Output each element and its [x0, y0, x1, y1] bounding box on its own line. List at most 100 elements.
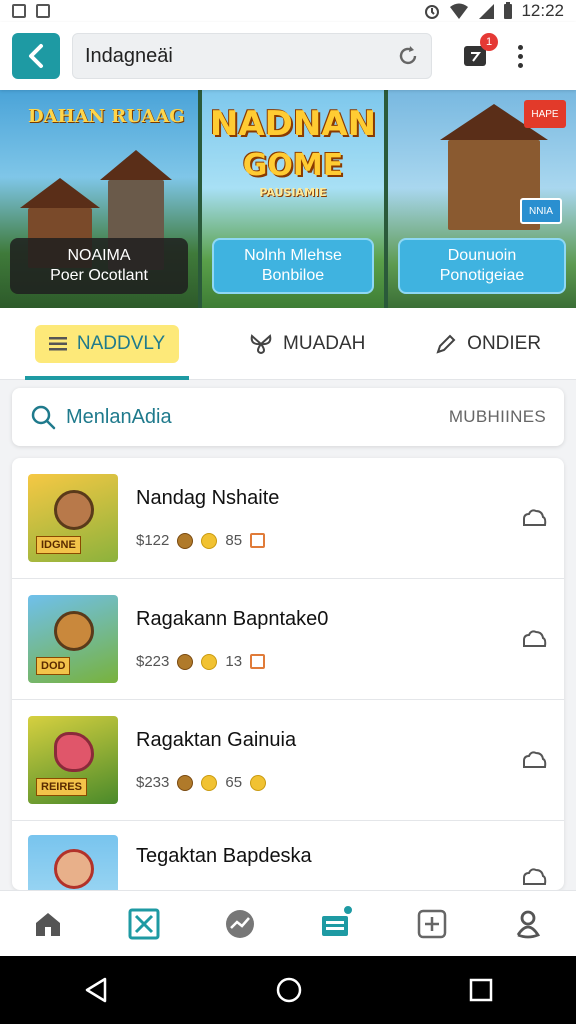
nav-wallet[interactable] [316, 903, 356, 944]
banner-3-badge: NNIA [520, 198, 562, 224]
item-price: $223 [136, 653, 170, 670]
status-right-icons: 12:22 [423, 1, 564, 21]
item-info: Nandag Nshaite $122 85 [136, 487, 520, 549]
list-item[interactable]: DOD Ragakann Bapntake0 $223 13 [12, 579, 564, 700]
profile-icon [516, 910, 541, 938]
nav-home[interactable] [28, 904, 68, 944]
coin-icon [177, 774, 194, 791]
tab-naddvly[interactable]: NADDVLY [24, 308, 190, 380]
item-info: Ragaktan Gainuia $233 65 [136, 729, 520, 791]
banner-1-heading: DAHAN RUAAG [28, 106, 185, 127]
banner-card-3[interactable]: HAPE NNIA Dounuoin Ponotigeiae [388, 90, 576, 308]
tab-label: ONDIER [467, 332, 542, 354]
refresh-icon[interactable] [397, 45, 419, 67]
system-navigation [0, 956, 576, 1024]
character-illustration [54, 490, 94, 530]
banner-3-badge-text: NNIA [529, 205, 553, 217]
character-illustration [54, 849, 94, 889]
wifi-icon [450, 3, 469, 19]
item-price: $122 [136, 532, 170, 549]
status-bar: 12:22 [0, 0, 576, 22]
banner-card-1[interactable]: DAHAN RUAAG NOAIMA Poer Ocotlant [0, 90, 198, 308]
item-price: $233 [136, 774, 170, 791]
nav-add[interactable] [412, 904, 452, 944]
kebab-menu-icon[interactable] [518, 44, 523, 68]
app-bar: Indagneäi 1 [0, 22, 576, 90]
chest-icon [250, 533, 266, 548]
tower-roof-illustration [100, 150, 172, 180]
item-info: Ragakann Bapntake0 $223 13 [136, 608, 520, 670]
wallet-badge [342, 903, 354, 916]
item-meta: $233 65 [136, 774, 520, 791]
banner-1-line1: NOAIMA [67, 247, 131, 264]
camera-icon [36, 4, 50, 18]
item-count: 13 [225, 653, 243, 670]
game-board-icon [128, 908, 160, 939]
banner-1-label: NOAIMA Poer Ocotlant [10, 238, 188, 294]
item-title: Ragaktan Gainuia [136, 729, 297, 751]
list-item[interactable]: IDGNE Nandag Nshaite $122 85 [12, 458, 564, 579]
thumbnail-label: IDGNE [36, 536, 81, 554]
game-thumbnail: REIRES [28, 716, 118, 804]
gold-stack-icon [250, 774, 267, 791]
search-input[interactable]: Indagneäi [72, 33, 432, 79]
item-info: Tegaktan Bapdeska [136, 835, 520, 890]
battery-icon [504, 2, 513, 19]
thumbnail-label: DOD [36, 657, 71, 675]
game-thumbnail: DOD [28, 595, 118, 683]
banner-3-label: Dounuoin Ponotigeiae [398, 238, 566, 294]
tab-label: NADDVLY [76, 332, 166, 354]
list-item[interactable]: REIRES Ragaktan Gainuia $233 65 [12, 700, 564, 821]
gold-coin-icon [201, 774, 218, 791]
item-meta: $223 13 [136, 653, 520, 670]
tab-ondier[interactable]: ONDIER [425, 308, 551, 380]
nav-games[interactable] [124, 904, 164, 944]
status-left-icons [12, 4, 50, 18]
cloud-icon[interactable] [520, 748, 548, 772]
item-title: Tegaktan Bapdeska [136, 845, 312, 867]
bottom-navigation [0, 890, 576, 956]
pencil-icon [436, 334, 456, 354]
status-time: 12:22 [521, 1, 564, 20]
item-count: 65 [225, 774, 243, 791]
search-input-value: Indagneäi [85, 44, 173, 67]
banner-carousel[interactable]: DAHAN RUAAG NOAIMA Poer Ocotlant NADNAN … [0, 90, 576, 308]
list-item[interactable]: Tegaktan Bapdeska [12, 821, 564, 890]
add-square-icon [417, 909, 447, 938]
character-illustration [54, 611, 94, 651]
notification-button[interactable]: 1 [460, 33, 498, 71]
filter-value: MenlanAdia [66, 405, 172, 428]
back-triangle-icon[interactable] [83, 976, 109, 1004]
item-title: Ragakann Bapntake0 [136, 608, 329, 630]
cloud-icon[interactable] [520, 865, 548, 889]
thumbnail-label: REIRES [36, 778, 87, 796]
chest-icon [250, 654, 266, 669]
item-count: 85 [225, 532, 243, 549]
game-thumbnail [28, 835, 118, 890]
tab-muadah[interactable]: MUADAH [239, 308, 375, 380]
signal-icon [479, 4, 495, 19]
banner-2-heading-bottom: GOME [242, 148, 344, 183]
cloud-icon[interactable] [520, 627, 548, 651]
chart-icon [226, 909, 254, 938]
tab-bar: NADDVLY MUADAH ONDIER [0, 308, 576, 380]
banner-2-line1: Nolnh Mlehse [244, 247, 342, 264]
game-list: IDGNE Nandag Nshaite $122 85 DOD Ragakan… [12, 458, 564, 890]
back-button[interactable] [12, 33, 60, 79]
banner-card-2[interactable]: NADNAN GOME PAUSIAMIE Nolnh Mlehse Bonbi… [202, 90, 384, 308]
filter-left: MenlanAdia [30, 404, 172, 430]
item-meta: $122 85 [136, 532, 520, 549]
recents-square-icon[interactable] [469, 978, 493, 1002]
gold-coin-icon [201, 532, 218, 549]
filter-search-input[interactable]: MenlanAdia MUBHIINES [12, 388, 564, 446]
filter-sort-button[interactable]: MUBHIINES [449, 407, 546, 427]
search-icon [31, 405, 56, 430]
nav-profile[interactable] [508, 904, 548, 944]
cloud-icon[interactable] [520, 506, 548, 530]
item-title: Nandag Nshaite [136, 487, 280, 509]
nav-stats[interactable] [220, 904, 260, 944]
butterfly-icon [250, 333, 272, 354]
gold-coin-icon [201, 653, 218, 670]
home-icon [36, 912, 60, 936]
home-circle-icon[interactable] [275, 976, 303, 1004]
